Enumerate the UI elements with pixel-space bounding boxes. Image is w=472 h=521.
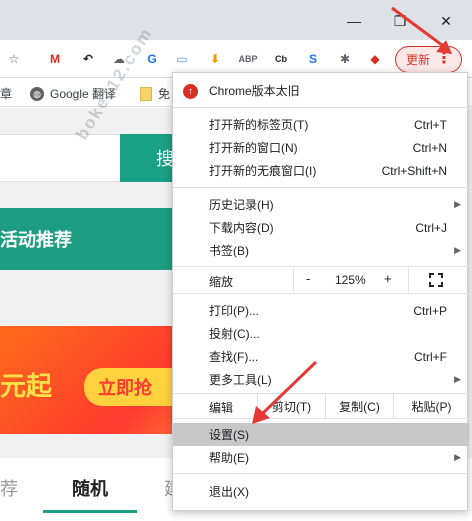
more-menu-icon[interactable]: ⋮ — [436, 50, 452, 68]
submenu-arrow-icon: ▶ — [454, 199, 461, 209]
submenu-arrow-icon: ▶ — [454, 452, 461, 462]
active-tab-indicator — [43, 510, 137, 513]
search-input[interactable] — [0, 134, 120, 182]
menu-history[interactable]: 历史记录(H) ▶ — [173, 193, 469, 216]
close-window-button[interactable]: ✕ — [435, 10, 457, 32]
menu-item-label: 下载内容(D) — [209, 221, 274, 235]
globe-icon: ◍ — [30, 86, 44, 101]
folder-icon — [140, 86, 152, 101]
zoom-controls: - 125% + — [293, 267, 409, 293]
menu-bookmarks[interactable]: 书签(B) ▶ — [173, 239, 469, 262]
bookmark-item[interactable]: 章 — [0, 85, 12, 102]
menu-divider — [173, 187, 469, 188]
menu-more-tools[interactable]: 更多工具(L) ▶ — [173, 368, 469, 391]
menu-divider — [173, 473, 469, 474]
menu-item-label: 打印(P)... — [209, 304, 259, 318]
bookmark-item[interactable]: 免 — [140, 85, 170, 102]
menu-help[interactable]: 帮助(E) ▶ — [173, 446, 469, 469]
fullscreen-icon[interactable] — [429, 273, 443, 287]
menu-edit-row: 编辑 剪切(T) 复制(C) 粘贴(P) — [173, 394, 469, 418]
red-extension-icon[interactable]: ◆ — [365, 49, 385, 69]
menu-zoom-row: 缩放 - 125% + — [173, 267, 469, 293]
undo-extension-icon[interactable]: ↶ — [78, 49, 98, 69]
menu-new-tab[interactable]: 打开新的标签页(T) Ctrl+T — [173, 113, 469, 136]
cut-button[interactable]: 剪切(T) — [257, 394, 325, 418]
menu-item-label: 打开新的窗口(N) — [209, 141, 298, 155]
menu-shortcut: Ctrl+N — [412, 140, 447, 155]
menu-divider — [173, 418, 469, 419]
menu-downloads[interactable]: 下载内容(D) Ctrl+J — [173, 216, 469, 239]
adblock-plus-icon[interactable]: ABP — [238, 49, 258, 69]
star-icon[interactable]: ☆ — [4, 49, 24, 69]
menu-item-label: 帮助(E) — [209, 451, 249, 465]
bookmark-label: 章 — [0, 87, 13, 101]
menu-item-label: 更多工具(L) — [209, 373, 272, 387]
menu-new-window[interactable]: 打开新的窗口(N) Ctrl+N — [173, 136, 469, 159]
puzzle-extensions-icon[interactable]: ✱ — [335, 49, 355, 69]
menu-shortcut: Ctrl+F — [414, 349, 447, 364]
paste-button[interactable]: 粘贴(P) — [393, 394, 469, 418]
zoom-in-button[interactable]: + — [384, 271, 392, 286]
edit-label: 编辑 — [209, 401, 234, 415]
menu-shortcut: Ctrl+J — [415, 220, 447, 235]
menu-item-label: 设置(S) — [209, 428, 249, 442]
menu-divider — [173, 107, 469, 108]
cb-extension-icon[interactable]: Cb — [271, 49, 291, 69]
menu-shortcut: Ctrl+T — [414, 117, 447, 132]
menu-print[interactable]: 打印(P)... Ctrl+P — [173, 299, 469, 322]
menu-new-incognito-window[interactable]: 打开新的无痕窗口(I) Ctrl+Shift+N — [173, 159, 469, 182]
menu-item-label: 投射(C)... — [209, 327, 260, 341]
menu-item-label: 书签(B) — [209, 244, 249, 258]
menu-shortcut: Ctrl+P — [413, 303, 447, 318]
copy-button[interactable]: 复制(C) — [325, 394, 393, 418]
chrome-main-menu: ↑ Chrome版本太旧 打开新的标签页(T) Ctrl+T 打开新的窗口(N)… — [172, 72, 469, 511]
window-titlebar: — ❐ ✕ — [0, 0, 472, 40]
minimize-button[interactable]: — — [343, 10, 365, 32]
menu-settings[interactable]: 设置(S) — [173, 423, 469, 446]
zoom-label: 缩放 — [209, 275, 234, 289]
menu-divider — [173, 293, 469, 294]
folder-extension-icon[interactable]: ▭ — [172, 49, 192, 69]
menu-cast[interactable]: 投射(C)... — [173, 322, 469, 345]
menu-item-label: 退出(X) — [209, 485, 249, 499]
menu-item-label: 打开新的标签页(T) — [209, 118, 309, 132]
s-extension-icon[interactable]: S — [303, 49, 323, 69]
download-extension-icon[interactable]: ⬇ — [205, 49, 225, 69]
submenu-arrow-icon: ▶ — [454, 374, 461, 384]
gmail-icon[interactable]: M — [45, 49, 65, 69]
menu-item-label: 打开新的无痕窗口(I) — [209, 164, 317, 178]
update-label: 更新 — [406, 53, 431, 67]
menu-find[interactable]: 查找(F)... Ctrl+F — [173, 345, 469, 368]
tab-recommended[interactable]: 荐 — [0, 475, 18, 501]
tab-random[interactable]: 随机 — [72, 475, 108, 501]
submenu-arrow-icon: ▶ — [454, 245, 461, 255]
zoom-out-button[interactable]: - — [306, 271, 310, 286]
menu-shortcut: Ctrl+Shift+N — [381, 163, 447, 178]
update-warning-icon: ↑ — [183, 84, 198, 99]
menu-exit[interactable]: 退出(X) — [173, 480, 469, 503]
menu-item-label: 历史记录(H) — [209, 198, 274, 212]
activity-heading-text: 活动推荐 — [0, 230, 72, 250]
promo-text: 元起 — [0, 371, 53, 401]
update-button[interactable]: 更新 ⋮ — [395, 46, 462, 73]
maximize-button[interactable]: ❐ — [389, 10, 411, 32]
menu-item-label: 查找(F)... — [209, 350, 259, 364]
zoom-level: 125% — [335, 273, 366, 287]
menu-item-label: Chrome版本太旧 — [209, 84, 300, 98]
bookmark-label: 免 — [158, 87, 171, 101]
chrome-update-notice[interactable]: ↑ Chrome版本太旧 — [173, 79, 469, 102]
